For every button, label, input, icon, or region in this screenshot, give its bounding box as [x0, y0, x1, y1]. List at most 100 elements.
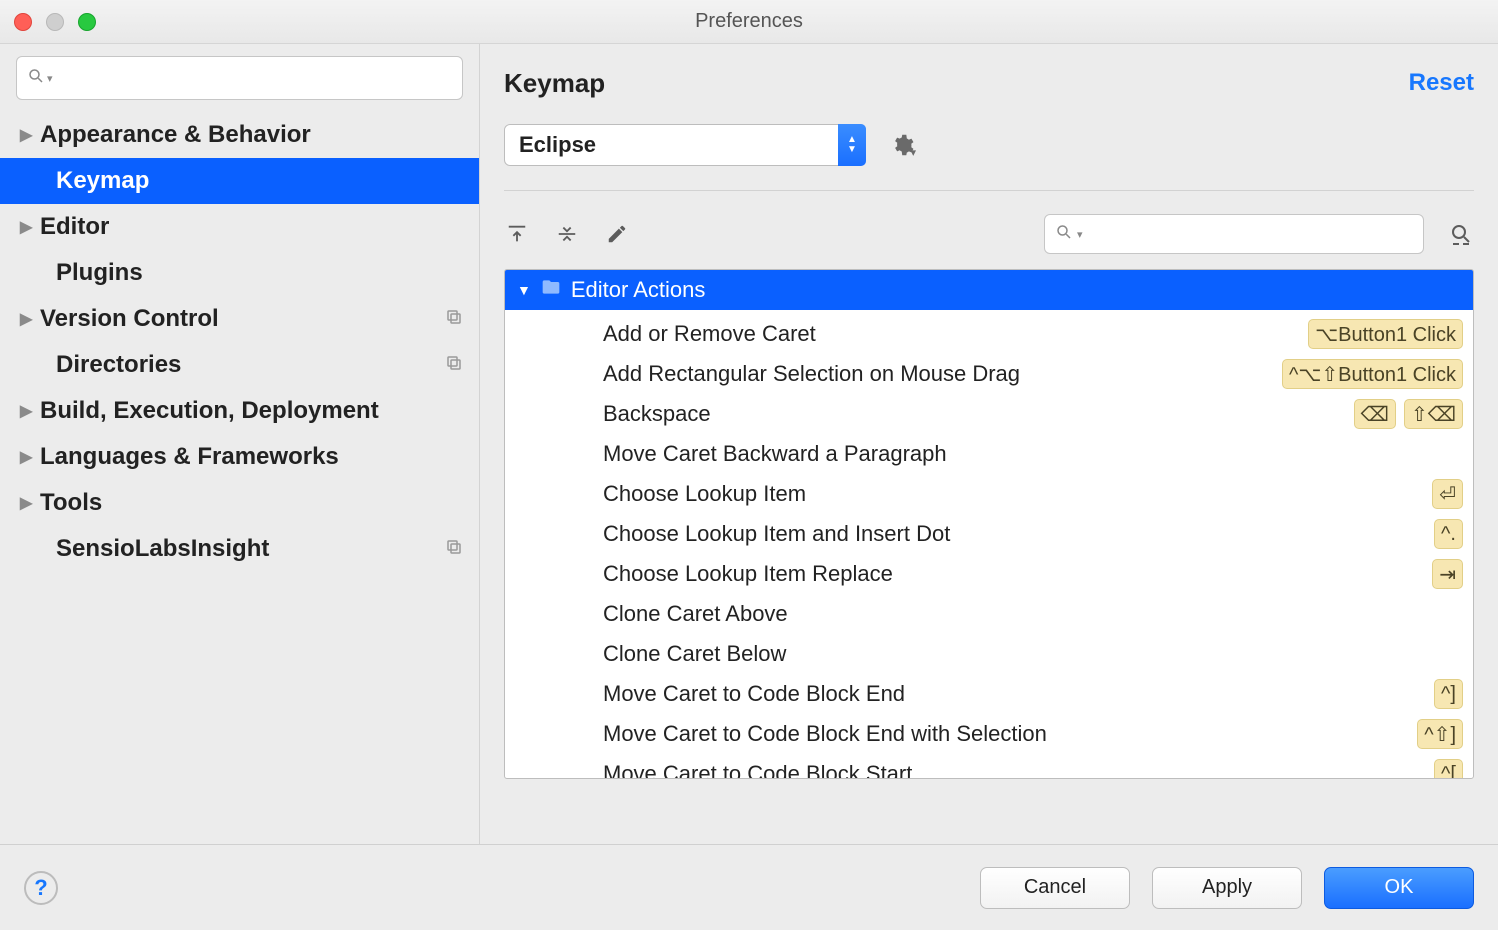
project-scheme-icon	[445, 535, 463, 563]
action-row[interactable]: Add Rectangular Selection on Mouse Drag^…	[515, 354, 1463, 394]
search-icon	[27, 65, 45, 91]
action-row[interactable]: Clone Caret Below	[515, 634, 1463, 674]
sidebar-item[interactable]: ▶Editor	[0, 204, 479, 250]
sidebar-search-input[interactable]	[57, 66, 452, 91]
action-label: Add Rectangular Selection on Mouse Drag	[603, 361, 1282, 387]
disclosure-triangle-icon[interactable]: ▶	[20, 217, 40, 237]
gear-icon[interactable]: ▾	[890, 132, 916, 158]
select-arrows-icon: ▲▼	[838, 124, 866, 166]
action-label: Move Caret to Code Block End with Select…	[603, 721, 1417, 747]
shortcut-badge: ⇥	[1432, 559, 1463, 589]
shortcut-badge: ^]	[1434, 679, 1463, 709]
shortcut-badge: ^.	[1434, 519, 1463, 549]
search-options-chevron-icon[interactable]: ▾	[47, 72, 53, 85]
sidebar-item[interactable]: ▶SensioLabsInsight	[0, 526, 479, 572]
disclosure-triangle-icon[interactable]: ▶	[20, 309, 40, 329]
window-title: Preferences	[0, 10, 1498, 33]
sidebar-item[interactable]: ▶Plugins	[0, 250, 479, 296]
find-by-shortcut-icon[interactable]	[1448, 221, 1474, 247]
disclosure-triangle-icon[interactable]: ▶	[20, 447, 40, 467]
sidebar-item-label: Appearance & Behavior	[40, 121, 463, 149]
action-row[interactable]: Move Caret to Code Block Start^[	[515, 754, 1463, 778]
keymap-select[interactable]: Eclipse ▲▼	[504, 124, 866, 166]
action-row[interactable]: Choose Lookup Item⏎	[515, 474, 1463, 514]
sidebar-item[interactable]: ▶Keymap	[0, 158, 479, 204]
action-label: Choose Lookup Item Replace	[603, 561, 1432, 587]
sidebar-item[interactable]: ▶Appearance & Behavior	[0, 112, 479, 158]
action-search[interactable]: ▾	[1044, 214, 1424, 254]
action-group-header[interactable]: ▼ Editor Actions	[505, 270, 1473, 310]
action-row[interactable]: Move Caret Backward a Paragraph	[515, 434, 1463, 474]
shortcut-badges: ^[	[1434, 759, 1463, 778]
shortcut-badges: ⌫ ⇧⌫	[1354, 399, 1463, 429]
disclosure-triangle-icon[interactable]: ▶	[20, 493, 40, 513]
sidebar-item-label: Keymap	[56, 167, 463, 195]
action-row[interactable]: Clone Caret Above	[515, 594, 1463, 634]
disclosure-triangle-icon[interactable]: ▶	[20, 401, 40, 421]
shortcut-badge: ^⌥⇧Button1 Click	[1282, 359, 1463, 389]
window-minimize-button[interactable]	[46, 13, 64, 31]
action-label: Move Caret Backward a Paragraph	[603, 441, 1463, 467]
divider	[504, 190, 1474, 191]
action-row[interactable]: Backspace⌫ ⇧⌫	[515, 394, 1463, 434]
keymap-panel: Keymap Reset Eclipse ▲▼ ▾	[480, 44, 1498, 844]
shortcut-badge: ⇧⌫	[1404, 399, 1463, 429]
shortcut-badge: ⌫	[1354, 399, 1396, 429]
action-search-input[interactable]	[1087, 222, 1413, 247]
shortcut-badges: ^.	[1434, 519, 1463, 549]
shortcut-badge: ⏎	[1432, 479, 1463, 509]
action-group-label: Editor Actions	[571, 277, 706, 303]
disclosure-triangle-open-icon: ▼	[517, 282, 531, 298]
shortcut-badges: ^]	[1434, 679, 1463, 709]
ok-button[interactable]: OK	[1324, 867, 1474, 909]
disclosure-triangle-icon[interactable]: ▶	[20, 125, 40, 145]
sidebar-item-label: Editor	[40, 213, 463, 241]
sidebar-item-label: Plugins	[56, 259, 463, 287]
sidebar-item-label: Languages & Frameworks	[40, 443, 463, 471]
shortcut-badges: ^⇧]	[1417, 719, 1463, 749]
action-tree[interactable]: ▼ Editor Actions Add or Remove Caret⌥But…	[504, 269, 1474, 779]
preferences-tree[interactable]: ▶Appearance & Behavior▶Keymap▶Editor▶Plu…	[0, 106, 479, 844]
sidebar-item[interactable]: ▶Build, Execution, Deployment	[0, 388, 479, 434]
search-options-chevron-icon[interactable]: ▾	[1077, 228, 1083, 241]
action-label: Move Caret to Code Block Start	[603, 761, 1434, 778]
apply-button[interactable]: Apply	[1152, 867, 1302, 909]
sidebar-item-label: Tools	[40, 489, 463, 517]
folder-icon	[541, 277, 561, 303]
window-close-button[interactable]	[14, 13, 32, 31]
expand-all-icon[interactable]	[504, 221, 530, 247]
action-row[interactable]: Move Caret to Code Block End^]	[515, 674, 1463, 714]
action-row[interactable]: Choose Lookup Item Replace⇥	[515, 554, 1463, 594]
reset-link[interactable]: Reset	[1409, 69, 1474, 97]
edit-icon[interactable]	[604, 221, 630, 247]
sidebar-item-label: Directories	[56, 351, 445, 379]
cancel-button[interactable]: Cancel	[980, 867, 1130, 909]
preferences-sidebar: ▾ ▶Appearance & Behavior▶Keymap▶Editor▶P…	[0, 44, 480, 844]
sidebar-item[interactable]: ▶Tools	[0, 480, 479, 526]
keymap-select-value: Eclipse	[519, 132, 596, 158]
shortcut-badge: ⌥Button1 Click	[1308, 319, 1463, 349]
action-label: Backspace	[603, 401, 1354, 427]
collapse-all-icon[interactable]	[554, 221, 580, 247]
action-row[interactable]: Move Caret to Code Block End with Select…	[515, 714, 1463, 754]
sidebar-item-label: Version Control	[40, 305, 445, 333]
titlebar: Preferences	[0, 0, 1498, 44]
action-label: Clone Caret Above	[603, 601, 1463, 627]
project-scheme-icon	[445, 351, 463, 379]
shortcut-badge: ^⇧]	[1417, 719, 1463, 749]
action-row[interactable]: Add or Remove Caret⌥Button1 Click	[515, 314, 1463, 354]
action-label: Move Caret to Code Block End	[603, 681, 1434, 707]
sidebar-search[interactable]: ▾	[16, 56, 463, 100]
sidebar-item[interactable]: ▶Version Control	[0, 296, 479, 342]
action-label: Choose Lookup Item	[603, 481, 1432, 507]
dialog-buttonbar: ? Cancel Apply OK	[0, 844, 1498, 930]
project-scheme-icon	[445, 305, 463, 333]
sidebar-item[interactable]: ▶Languages & Frameworks	[0, 434, 479, 480]
shortcut-badge: ^[	[1434, 759, 1463, 778]
shortcut-badges: ⌥Button1 Click	[1308, 319, 1463, 349]
help-button[interactable]: ?	[24, 871, 58, 905]
action-label: Add or Remove Caret	[603, 321, 1308, 347]
sidebar-item[interactable]: ▶Directories	[0, 342, 479, 388]
action-row[interactable]: Choose Lookup Item and Insert Dot^.	[515, 514, 1463, 554]
window-zoom-button[interactable]	[78, 13, 96, 31]
